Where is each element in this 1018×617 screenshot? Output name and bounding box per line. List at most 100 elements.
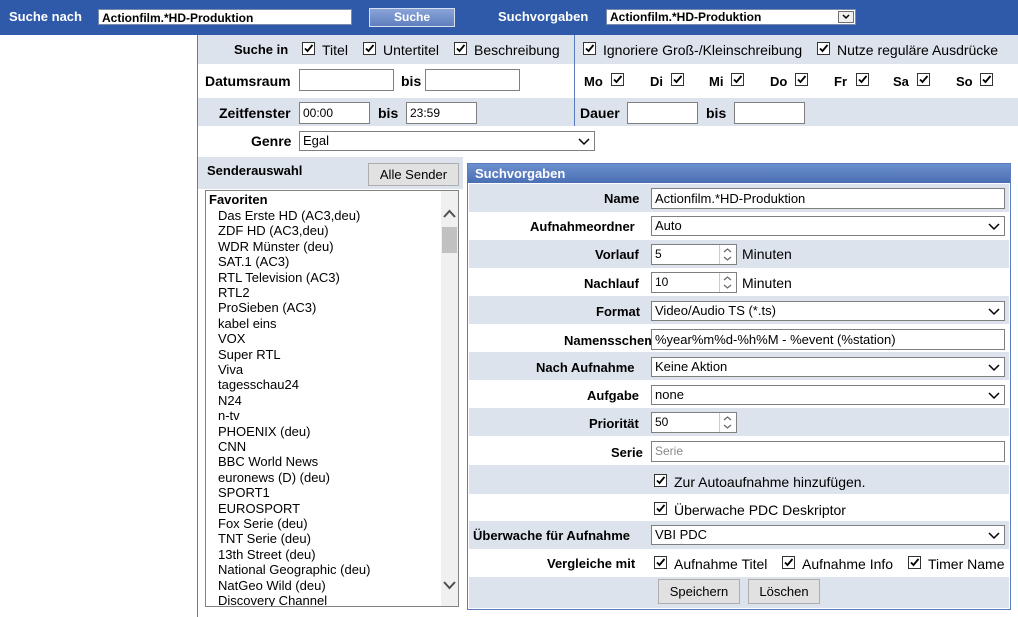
day-mi-checkbox[interactable] [731,73,744,86]
priority-input[interactable]: 50 [651,412,737,433]
channel-list-item[interactable]: WDR Münster (deu) [218,239,334,254]
compare-title-checkbox[interactable] [654,556,667,569]
channels-title: Senderauswahl [207,163,303,178]
name-input[interactable]: Actionfilm.*HD-Produktion [651,188,1005,209]
spinner-icon[interactable] [719,413,736,432]
time-to-input[interactable]: 23:59 [406,102,477,124]
genre-select-value: Egal [303,133,330,148]
folder-label: Aufnahmeordner [530,219,635,234]
day-di-label: Di [650,74,663,89]
ignore-case-checkbox[interactable] [583,42,596,55]
channel-list-item[interactable]: RTL2 [218,285,250,300]
post-label: Nachlauf [584,276,639,291]
channel-list-item[interactable]: Discovery Channel [218,593,327,606]
channel-list-item[interactable]: Super RTL [218,347,281,362]
search-button[interactable]: Suche [369,8,455,27]
channel-list-item[interactable]: euronews (D) (deu) [218,470,330,485]
description-checkbox[interactable] [454,42,467,55]
channel-list-item[interactable]: PHOENIX (deu) [218,424,310,439]
channel-list-item[interactable]: RTL Television (AC3) [218,270,340,285]
scroll-thumb[interactable] [442,227,457,253]
chevron-down-icon [988,364,1000,372]
duration-to-input[interactable] [734,102,805,124]
channel-list-item[interactable]: EUROSPORT [218,501,300,516]
channel-list-item[interactable]: 13th Street (deu) [218,547,316,562]
after-label: Nach Aufnahme [536,360,635,375]
channel-list-item[interactable]: SPORT1 [218,485,270,500]
title-checkbox[interactable] [302,42,315,55]
auto-add-checkbox[interactable] [654,474,667,487]
channel-list-item[interactable]: ZDF HD (AC3,deu) [218,223,329,238]
search-input[interactable]: Actionfilm.*HD-Produktion [98,9,352,25]
scroll-down-icon[interactable] [441,578,458,592]
channel-list-item[interactable]: TNT Serie (deu) [218,531,311,546]
channel-list-item[interactable]: CNN [218,439,246,454]
regex-checkbox[interactable] [817,42,830,55]
day-fr-checkbox[interactable] [856,73,869,86]
task-select[interactable]: none [651,385,1005,405]
subtitle-checkbox[interactable] [363,42,376,55]
channel-list-item[interactable]: BBC World News [218,454,318,469]
compare-timer-checkbox[interactable] [908,556,921,569]
channel-list-item[interactable]: N24 [218,393,242,408]
genre-label: Genre [251,133,292,149]
channel-list-item[interactable]: VOX [218,331,245,346]
scrollbar[interactable] [441,191,458,606]
day-mo-checkbox[interactable] [611,73,624,86]
spinner-icon[interactable] [719,273,736,292]
channel-list-item[interactable]: kabel eins [218,316,277,331]
day-sa-checkbox[interactable] [917,73,930,86]
channel-list-item[interactable]: Das Erste HD (AC3,deu) [218,208,360,223]
chevron-down-icon [838,11,854,23]
pre-value: 5 [655,247,662,261]
priority-label: Priorität [589,416,639,431]
date-to-label: bis [401,73,422,89]
ignore-case-label: Ignoriere Groß-/Kleinschreibung [603,42,803,58]
delete-button[interactable]: Löschen [748,579,820,604]
preset-row-bg [469,240,1009,268]
pre-input[interactable]: 5 [651,244,737,265]
day-mo-label: Mo [584,74,603,89]
naming-input[interactable]: %year%m%d-%h%M - %event (%station) [651,329,1005,350]
preset-row-bg [469,408,1009,436]
duration-from-input[interactable] [627,102,698,124]
channel-list-item[interactable]: Fox Serie (deu) [218,516,308,531]
save-button[interactable]: Speichern [658,579,740,604]
channel-list-item[interactable]: Viva [218,362,243,377]
day-so-checkbox[interactable] [980,73,993,86]
presets-select[interactable]: Actionfilm.*HD-Produktion [606,9,856,25]
channel-list-item[interactable]: n-tv [218,408,240,423]
day-do-checkbox[interactable] [795,73,808,86]
compare-info-checkbox[interactable] [782,556,795,569]
post-value: 10 [655,275,669,289]
channel-list-item[interactable]: NatGeo Wild (deu) [218,578,326,593]
genre-select[interactable]: Egal [299,131,595,151]
scroll-up-icon[interactable] [441,207,458,221]
channel-list-item[interactable]: National Geographic (deu) [218,562,370,577]
presets-label: Suchvorgaben [498,9,589,24]
watch-select[interactable]: VBI PDC [651,525,1005,545]
folder-select[interactable]: Auto [651,216,1005,236]
all-channels-button[interactable]: Alle Sender [368,163,459,186]
format-select[interactable]: Video/Audio TS (*.ts) [651,301,1005,321]
channel-list[interactable]: Favoriten Das Erste HD (AC3,deu) ZDF HD (… [205,190,459,607]
description-checkbox-label: Beschreibung [474,42,560,58]
pdc-checkbox[interactable] [654,502,667,515]
channel-list-item[interactable]: tagesschau24 [218,377,299,392]
channel-list-item[interactable]: SAT.1 (AC3) [218,254,289,269]
post-input[interactable]: 10 [651,272,737,293]
day-di-checkbox[interactable] [671,73,684,86]
date-to-input[interactable] [425,69,520,91]
day-mi-label: Mi [709,74,724,89]
after-select[interactable]: Keine Aktion [651,357,1005,377]
spinner-icon[interactable] [719,245,736,264]
series-input[interactable]: Serie [651,441,1005,462]
time-from-input[interactable]: 00:00 [299,102,370,124]
format-label: Format [596,304,641,319]
compare-title-label: Aufnahme Titel [674,556,768,572]
priority-value: 50 [655,415,669,429]
subtitle-checkbox-label: Untertitel [383,42,440,58]
channel-list-item[interactable]: ProSieben (AC3) [218,300,316,315]
date-from-input[interactable] [299,69,394,91]
compare-info-label: Aufnahme Info [802,556,894,572]
